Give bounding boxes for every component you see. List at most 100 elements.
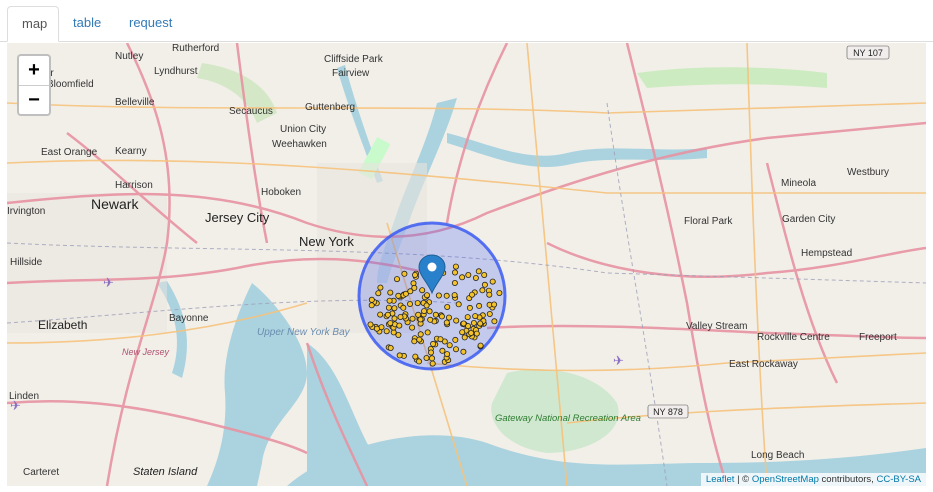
result-point[interactable]: [432, 311, 439, 318]
result-point[interactable]: [496, 289, 503, 296]
result-point[interactable]: [435, 292, 442, 299]
result-point[interactable]: [391, 305, 398, 312]
result-point[interactable]: [406, 300, 413, 307]
result-point[interactable]: [470, 319, 477, 326]
result-point[interactable]: [407, 288, 414, 295]
result-point[interactable]: [377, 311, 384, 318]
result-point[interactable]: [452, 346, 459, 353]
result-point[interactable]: [445, 314, 452, 321]
result-point[interactable]: [486, 291, 493, 298]
result-point[interactable]: [377, 284, 384, 291]
result-point[interactable]: [384, 311, 391, 318]
osm-link[interactable]: OpenStreetMap: [752, 474, 819, 485]
result-point[interactable]: [461, 334, 468, 341]
result-point[interactable]: [423, 354, 430, 361]
result-point[interactable]: [455, 301, 462, 308]
result-point[interactable]: [472, 313, 479, 320]
tab-table[interactable]: table: [59, 6, 115, 42]
result-point[interactable]: [481, 271, 488, 278]
result-point[interactable]: [387, 289, 394, 296]
result-point[interactable]: [424, 329, 431, 336]
result-point[interactable]: [451, 279, 458, 286]
result-point[interactable]: [417, 331, 424, 338]
result-point[interactable]: [428, 355, 435, 362]
result-point[interactable]: [486, 310, 493, 317]
result-point[interactable]: [460, 348, 467, 355]
result-point[interactable]: [427, 349, 434, 356]
result-point[interactable]: [401, 270, 408, 277]
result-point[interactable]: [409, 324, 416, 331]
result-point[interactable]: [430, 340, 437, 347]
result-point[interactable]: [475, 268, 482, 275]
result-point[interactable]: [452, 336, 459, 343]
result-point[interactable]: [443, 319, 450, 326]
tab-request[interactable]: request: [115, 6, 186, 42]
result-point[interactable]: [459, 274, 466, 281]
result-point[interactable]: [427, 316, 434, 323]
result-point[interactable]: [459, 329, 466, 336]
result-point[interactable]: [481, 281, 488, 288]
tab-map[interactable]: map: [7, 6, 59, 42]
result-point[interactable]: [385, 304, 392, 311]
result-point[interactable]: [411, 271, 418, 278]
result-point[interactable]: [477, 320, 484, 327]
result-point[interactable]: [452, 263, 459, 270]
result-point[interactable]: [444, 351, 451, 358]
result-point[interactable]: [423, 292, 430, 299]
zoom-in-button[interactable]: +: [19, 56, 49, 86]
result-point[interactable]: [451, 269, 458, 276]
result-point[interactable]: [472, 274, 479, 281]
zoom-out-button[interactable]: −: [19, 86, 49, 115]
result-point[interactable]: [446, 342, 453, 349]
result-point[interactable]: [489, 278, 496, 285]
result-point[interactable]: [468, 291, 475, 298]
map-view[interactable]: NY 107 NY 878 Nutley Rutherford Cliffsid…: [7, 43, 926, 486]
result-point[interactable]: [491, 318, 498, 325]
result-point[interactable]: [465, 271, 472, 278]
result-point[interactable]: [473, 330, 480, 337]
result-point[interactable]: [476, 302, 483, 309]
result-point[interactable]: [443, 292, 450, 299]
license-link[interactable]: CC-BY-SA: [876, 474, 921, 485]
result-point[interactable]: [409, 315, 416, 322]
result-point[interactable]: [415, 311, 422, 318]
result-point[interactable]: [491, 301, 498, 308]
result-point[interactable]: [396, 322, 403, 329]
result-point[interactable]: [466, 304, 473, 311]
result-point[interactable]: [421, 308, 428, 315]
result-point[interactable]: [397, 313, 404, 320]
result-point[interactable]: [451, 292, 458, 299]
result-point[interactable]: [437, 336, 444, 343]
result-point[interactable]: [387, 344, 394, 351]
result-point[interactable]: [419, 287, 426, 294]
result-point[interactable]: [396, 352, 403, 359]
result-point[interactable]: [395, 331, 402, 338]
result-point[interactable]: [393, 276, 400, 283]
result-point[interactable]: [367, 321, 374, 328]
result-point[interactable]: [368, 296, 375, 303]
result-point[interactable]: [479, 287, 486, 294]
result-point[interactable]: [416, 336, 423, 343]
result-point[interactable]: [477, 342, 484, 349]
result-point[interactable]: [375, 290, 382, 297]
result-point[interactable]: [414, 300, 421, 307]
result-point[interactable]: [439, 347, 446, 354]
result-point[interactable]: [411, 338, 418, 345]
result-point[interactable]: [395, 292, 402, 299]
result-point[interactable]: [429, 360, 436, 367]
result-point[interactable]: [464, 314, 471, 321]
result-point[interactable]: [368, 302, 375, 309]
result-point[interactable]: [453, 317, 460, 324]
result-point[interactable]: [468, 329, 475, 336]
result-point[interactable]: [387, 320, 394, 327]
result-point[interactable]: [400, 304, 407, 311]
result-point[interactable]: [391, 315, 398, 322]
result-point[interactable]: [383, 328, 390, 335]
result-point[interactable]: [426, 308, 433, 315]
result-point[interactable]: [386, 297, 393, 304]
result-point[interactable]: [438, 313, 445, 320]
result-point[interactable]: [373, 325, 380, 332]
result-point[interactable]: [444, 303, 451, 310]
result-point[interactable]: [412, 353, 419, 360]
result-point[interactable]: [423, 302, 430, 309]
